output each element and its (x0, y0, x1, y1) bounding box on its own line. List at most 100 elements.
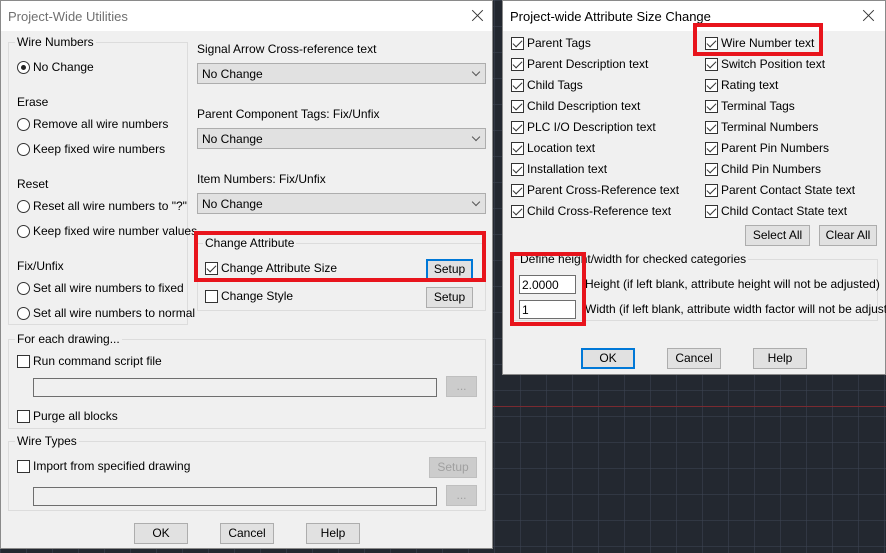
checkbox-icon (705, 37, 718, 51)
signal-arrow-select[interactable]: No Change (197, 63, 486, 84)
close-icon[interactable] (468, 6, 488, 26)
radio-remove-all[interactable]: Remove all wire numbers (17, 117, 168, 132)
radio-icon (17, 143, 30, 157)
close-icon[interactable] (859, 6, 879, 26)
run-script-checkbox[interactable]: Run command script file (17, 354, 162, 369)
checkbox-icon (705, 58, 718, 72)
category-checkbox[interactable]: Parent Cross-Reference text (511, 183, 679, 198)
script-browse-button[interactable]: ... (446, 376, 477, 397)
category-checkbox[interactable]: Terminal Tags (705, 99, 795, 114)
checkbox-icon (511, 121, 524, 135)
category-checkbox[interactable]: Location text (511, 141, 595, 156)
reset-label: Reset (17, 177, 49, 191)
title-bar: Project-wide Attribute Size Change (503, 1, 885, 31)
category-checkbox[interactable]: Rating text (705, 78, 778, 93)
help-button[interactable]: Help (306, 523, 360, 544)
script-path-input[interactable] (33, 378, 437, 397)
radio-set-fixed[interactable]: Set all wire numbers to fixed (17, 281, 184, 296)
checkbox-icon (511, 184, 524, 198)
category-checkbox[interactable]: Parent Contact State text (705, 183, 855, 198)
category-checkbox[interactable]: Installation text (511, 162, 607, 177)
wire-types-browse-button[interactable]: ... (446, 485, 477, 506)
category-checkbox[interactable]: Child Tags (511, 78, 583, 93)
radio-icon (17, 200, 30, 214)
parent-tags-select[interactable]: No Change (197, 128, 486, 149)
wire-types-path-input[interactable] (33, 487, 437, 506)
category-checkbox[interactable]: Parent Tags (511, 36, 591, 51)
wire-types-setup-button[interactable]: Setup (429, 457, 477, 478)
checkbox-icon (705, 163, 718, 177)
change-style-checkbox[interactable]: Change Style (205, 289, 293, 304)
cancel-button[interactable]: Cancel (220, 523, 274, 544)
category-checkbox[interactable]: Parent Pin Numbers (705, 141, 829, 156)
checkbox-icon (705, 205, 718, 219)
help-button[interactable]: Help (753, 348, 807, 369)
define-size-label: Define height/width for checked categori… (518, 252, 749, 266)
category-checkbox[interactable]: Switch Position text (705, 57, 825, 72)
for-each-drawing-label: For each drawing... (15, 332, 122, 346)
checkbox-icon (205, 290, 218, 304)
style-setup-button[interactable]: Setup (426, 287, 473, 308)
height-label: Height (if left blank, attribute height … (585, 277, 880, 291)
radio-icon (17, 307, 30, 321)
wire-types-label: Wire Types (15, 434, 79, 448)
checkbox-icon (705, 100, 718, 114)
ok-button[interactable]: OK (134, 523, 188, 544)
category-checkbox[interactable]: Parent Description text (511, 57, 648, 72)
checkbox-icon (705, 79, 718, 93)
checkbox-icon (511, 79, 524, 93)
checkbox-icon (511, 142, 524, 156)
category-checkbox[interactable]: Child Pin Numbers (705, 162, 821, 177)
category-checkbox[interactable]: Child Contact State text (705, 204, 847, 219)
checkbox-icon (511, 163, 524, 177)
dialog-title: Project-Wide Utilities (8, 9, 128, 24)
category-checkbox[interactable]: Child Description text (511, 99, 640, 114)
cancel-button[interactable]: Cancel (667, 348, 721, 369)
radio-reset-all[interactable]: Reset all wire numbers to "?" (17, 199, 187, 214)
clear-all-button[interactable]: Clear All (819, 225, 877, 246)
import-drawing-checkbox[interactable]: Import from specified drawing (17, 459, 190, 474)
radio-icon (17, 225, 30, 239)
select-all-button[interactable]: Select All (745, 225, 810, 246)
item-numbers-label: Item Numbers: Fix/Unfix (197, 172, 326, 186)
category-checkbox[interactable]: Wire Number text (705, 36, 814, 51)
checkbox-icon (511, 100, 524, 114)
dialog-title: Project-wide Attribute Size Change (510, 9, 711, 24)
item-numbers-select[interactable]: No Change (197, 193, 486, 214)
chevron-down-icon (471, 197, 481, 207)
attribute-size-setup-button[interactable]: Setup (426, 259, 473, 280)
parent-tags-label: Parent Component Tags: Fix/Unfix (197, 107, 380, 121)
radio-icon (17, 118, 30, 132)
height-input[interactable] (519, 275, 576, 294)
category-checkbox[interactable]: Child Cross-Reference text (511, 204, 671, 219)
fix-unfix-label: Fix/Unfix (17, 259, 64, 273)
x-axis-line (492, 406, 886, 407)
purge-blocks-checkbox[interactable]: Purge all blocks (17, 409, 118, 424)
ok-button[interactable]: OK (581, 348, 635, 369)
checkbox-icon (17, 355, 30, 369)
radio-no-change[interactable]: No Change (17, 60, 94, 75)
checkbox-icon (511, 37, 524, 51)
checkbox-icon (511, 205, 524, 219)
radio-icon (17, 61, 30, 75)
chevron-down-icon (471, 132, 481, 142)
chevron-down-icon (471, 67, 481, 77)
attribute-size-change-dialog: Project-wide Attribute Size Change Paren… (502, 0, 886, 375)
erase-label: Erase (17, 95, 49, 109)
signal-arrow-label: Signal Arrow Cross-reference text (197, 42, 377, 56)
project-wide-utilities-dialog: Project-Wide Utilities Wire Numbers No C… (0, 0, 493, 549)
checkbox-icon (17, 410, 30, 424)
radio-keep-fixed[interactable]: Keep fixed wire numbers (17, 142, 165, 157)
change-attribute-size-checkbox[interactable]: Change Attribute Size (205, 261, 337, 276)
width-input[interactable] (519, 300, 576, 319)
checkbox-icon (205, 262, 218, 276)
wire-numbers-label: Wire Numbers (15, 35, 96, 49)
radio-keep-fixed-values[interactable]: Keep fixed wire number values (17, 224, 197, 239)
radio-icon (17, 282, 30, 296)
radio-set-normal[interactable]: Set all wire numbers to normal (17, 306, 195, 321)
checkbox-icon (705, 121, 718, 135)
category-checkbox[interactable]: Terminal Numbers (705, 120, 818, 135)
title-bar: Project-Wide Utilities (1, 1, 492, 31)
category-checkbox[interactable]: PLC I/O Description text (511, 120, 656, 135)
change-attribute-label: Change Attribute (203, 236, 297, 250)
